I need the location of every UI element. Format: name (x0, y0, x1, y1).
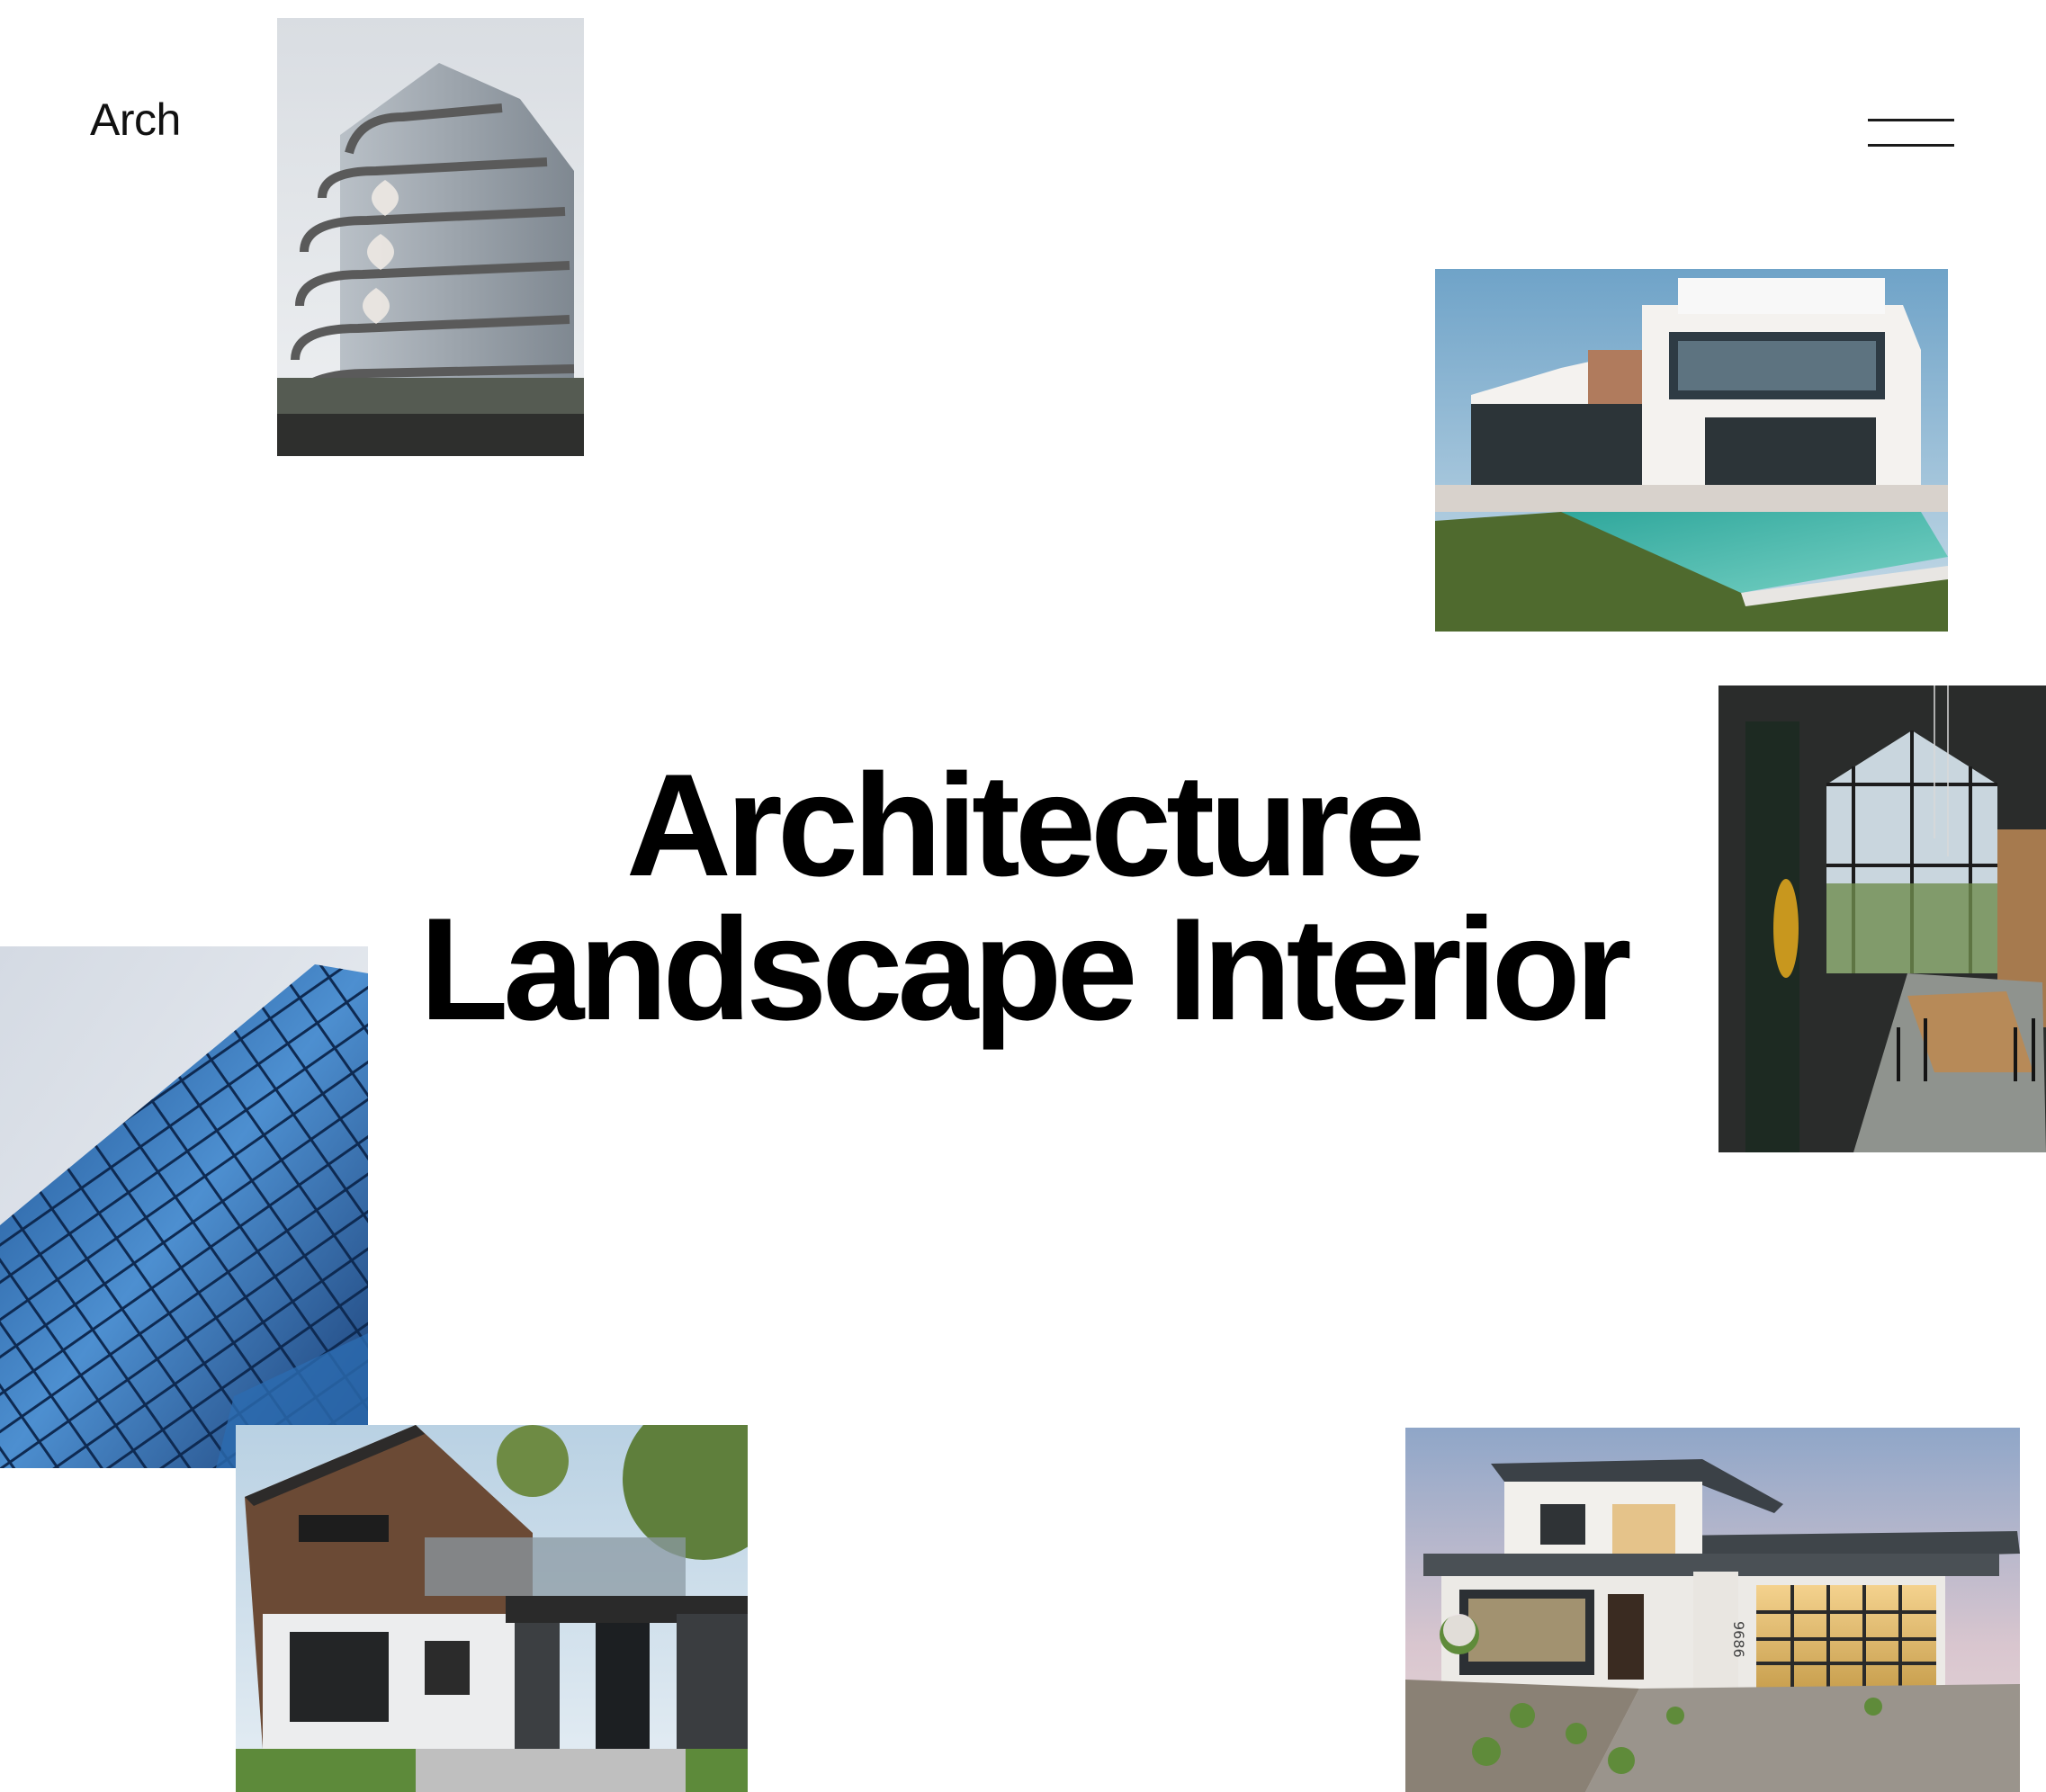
hero-headline-line2: Landscape Interior (419, 888, 1631, 1051)
modern-cottage-photo[interactable] (236, 1425, 748, 1792)
modern-house-photo[interactable]: 9686 (1405, 1428, 2020, 1792)
menu-button[interactable] (1868, 112, 1956, 151)
villa-with-pool-photo[interactable] (1435, 269, 1948, 632)
curved-balcony-tower-photo[interactable] (277, 18, 584, 456)
hamburger-menu-icon-line (1868, 144, 1954, 147)
landing-page: Arch 9686 Architecture Landscape Interio… (0, 0, 2046, 1792)
site-logo[interactable]: Arch (90, 97, 181, 142)
hamburger-menu-icon (1868, 119, 1954, 121)
hero-headline-line1: Architecture (625, 744, 1425, 907)
hero-headline: Architecture Landscape Interior (0, 744, 2046, 1051)
house-number-label: 9686 (1730, 1621, 1747, 1658)
